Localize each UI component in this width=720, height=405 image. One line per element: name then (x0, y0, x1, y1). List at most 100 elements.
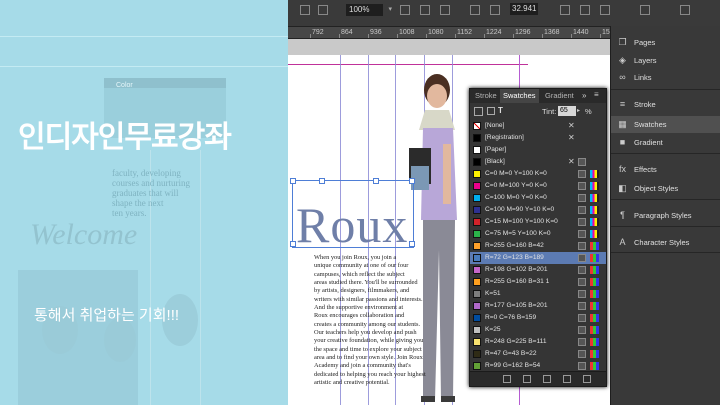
show-all-swatches-icon[interactable] (503, 375, 511, 383)
dock-item-label: Gradient (634, 138, 663, 147)
swatch-name: C=100 M=90 Y=10 K=0 (485, 206, 555, 213)
swatch-row[interactable]: C=0 M=0 Y=100 K=0 (470, 168, 606, 180)
color-mode-icon (590, 242, 599, 250)
frame-handle[interactable] (409, 241, 415, 247)
swatch-name: R=72 G=123 B=189 (485, 254, 544, 261)
frame-handle[interactable] (409, 178, 415, 184)
formatting-container-icon[interactable] (487, 107, 495, 115)
dock-item-label: Object Styles (634, 184, 679, 193)
swatch-row[interactable]: R=47 G=43 B=22 (470, 348, 606, 360)
frame-handle[interactable] (290, 178, 296, 184)
effects-toolbar-icon[interactable] (600, 5, 610, 15)
swatch-name: R=248 G=225 B=111 (485, 338, 547, 345)
color-mode-icon (590, 362, 599, 370)
panel-menu-icon[interactable]: ≡ (594, 90, 599, 99)
promo-subtitle: 통해서 취업하는 기회!!! (34, 307, 180, 324)
dock-item-effects[interactable]: fx Effects (611, 161, 720, 178)
ruler-tick (368, 34, 369, 38)
body-text-line: areas studied there. You'll be surrounde… (314, 279, 418, 287)
swatch-row[interactable]: C=0 M=100 Y=0 K=0 (470, 180, 606, 192)
swatch-row[interactable]: R=198 G=102 B=201 (470, 264, 606, 276)
dock-item-object-styles[interactable]: ◧ Object Styles (611, 180, 720, 197)
delete-swatch-icon[interactable] (583, 375, 591, 383)
color-mode-icon (590, 206, 599, 214)
ghost-text-line: faculty, developing (112, 168, 181, 178)
process-color-icon (578, 182, 586, 190)
ruler-label: 1296 (515, 29, 531, 36)
show-color-swatches-icon[interactable] (523, 375, 531, 383)
coordinate-field[interactable]: 32.941 (510, 3, 538, 15)
swatch-row[interactable]: R=255 G=160 B=42 (470, 240, 606, 252)
screen-mode-icon[interactable] (400, 5, 410, 15)
swatches-footer (470, 371, 606, 386)
fill-stroke-icon[interactable] (474, 107, 483, 116)
swatch-chip (473, 134, 481, 142)
tint-dropdown-icon[interactable]: ▸ (577, 107, 580, 114)
swatch-name: [Registration] (485, 134, 524, 141)
swatch-name: R=47 G=43 B=22 (485, 350, 537, 357)
swatch-row[interactable]: R=248 G=225 B=111 (470, 336, 606, 348)
swatches-panel[interactable]: Stroke Swatches Gradient » ≡ T Tint: 65 … (469, 88, 607, 387)
swatch-row[interactable]: [Registration] ✕ (470, 132, 606, 144)
swatch-row[interactable]: R=177 G=105 B=201 (470, 300, 606, 312)
swatch-chip (473, 206, 481, 214)
frame-handle[interactable] (319, 178, 325, 184)
dock-item-layers[interactable]: ◈ Layers (611, 52, 720, 69)
color-mode-icon (590, 302, 599, 310)
promo-title: 인디자인무료강좌 (18, 121, 232, 154)
ghost-text-line: graduates that will (112, 188, 179, 198)
swatches-list[interactable]: [None] ✕ [Registration] ✕ [Paper] [Black] ✕ C=0… (470, 120, 606, 372)
dock-item-swatches[interactable]: ▦ Swatches (611, 116, 720, 133)
menu-icon[interactable] (680, 5, 690, 15)
swatch-row[interactable]: R=0 C=76 B=159 (470, 312, 606, 324)
swatch-row[interactable]: [None] ✕ (470, 120, 606, 132)
fill-icon[interactable] (560, 5, 570, 15)
transform-icon[interactable] (490, 5, 500, 15)
swatch-row[interactable]: R=255 G=160 B=31 1 (470, 276, 606, 288)
process-color-icon (578, 302, 586, 310)
dock-item-stroke[interactable]: ≡ Stroke (611, 96, 720, 113)
new-swatch-icon[interactable] (563, 375, 571, 383)
process-color-icon (578, 326, 586, 334)
swatch-row[interactable]: R=72 G=123 B=189 (470, 252, 606, 264)
stroke-weight-icon[interactable] (470, 5, 480, 15)
new-color-group-icon[interactable] (543, 375, 551, 383)
dock-item-links[interactable]: ∞ Links (611, 69, 720, 86)
process-color-icon (578, 362, 586, 370)
swatch-row[interactable]: [Black] ✕ (470, 156, 606, 168)
stroke-swatch-icon[interactable] (580, 5, 590, 15)
zoom-field[interactable]: 100% (346, 4, 392, 16)
swatch-row[interactable]: K=25 (470, 324, 606, 336)
swatch-name: R=177 G=105 B=201 (485, 302, 548, 309)
swatch-row[interactable]: C=100 M=0 Y=0 K=0 (470, 192, 606, 204)
swatch-chip (473, 158, 481, 166)
tab-stroke[interactable]: Stroke (472, 89, 500, 103)
tab-gradient[interactable]: Gradient (542, 89, 577, 103)
body-text-frame[interactable]: When you join Roux, you join a unique com… (314, 254, 460, 388)
arrange-icon[interactable] (420, 5, 430, 15)
process-color-icon (578, 290, 586, 298)
frame-handle[interactable] (373, 178, 379, 184)
swatch-row[interactable]: K=51 (470, 288, 606, 300)
color-mode-icon (590, 170, 599, 178)
document-heading[interactable]: Roux (296, 196, 408, 254)
dock-item-character-styles[interactable]: A Character Styles (611, 234, 720, 251)
swatch-row[interactable]: C=75 M=5 Y=100 K=0 (470, 228, 606, 240)
process-color-icon (578, 266, 586, 274)
tint-input[interactable]: 65 (558, 106, 576, 116)
view-options-icon[interactable] (440, 5, 450, 15)
formatting-text-icon[interactable]: T (498, 106, 503, 115)
dock-item-pages[interactable]: ❐ Pages (611, 34, 720, 51)
collapse-icon[interactable]: » (582, 91, 586, 100)
panel-options-icon[interactable] (640, 5, 650, 15)
swatch-row[interactable]: [Paper] (470, 144, 606, 156)
swatch-row[interactable]: C=100 M=90 Y=10 K=0 (470, 204, 606, 216)
tint-label: Tint: (542, 107, 557, 116)
swatch-row[interactable]: C=15 M=100 Y=100 K=0 (470, 216, 606, 228)
dock-item-gradient[interactable]: ■ Gradient (611, 134, 720, 151)
body-text-line: area and to find your own style. Join Ro… (314, 354, 423, 362)
frame-icon[interactable] (300, 5, 310, 15)
align-icon[interactable] (318, 5, 328, 15)
tab-swatches[interactable]: Swatches (500, 89, 539, 103)
dock-item-paragraph-styles[interactable]: ¶ Paragraph Styles (611, 207, 720, 224)
